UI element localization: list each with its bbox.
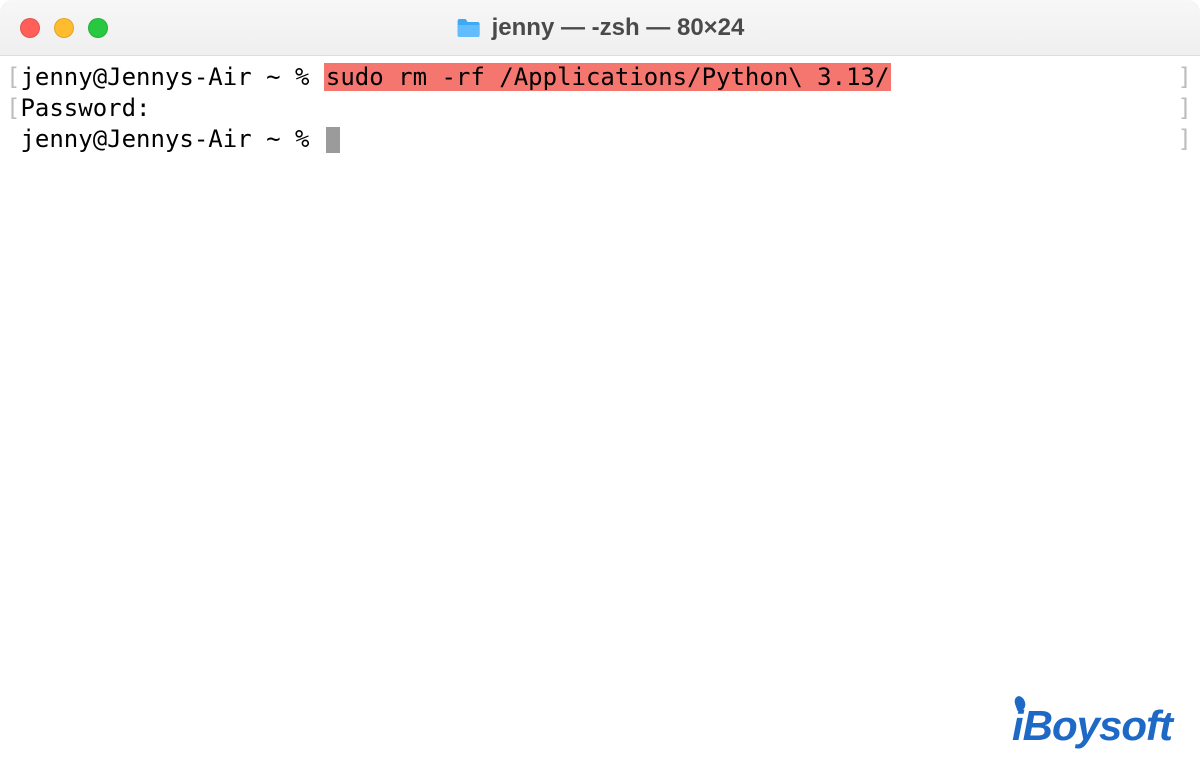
watermark-rest: Boysoft [1023,702,1172,749]
window-title-text: jenny — -zsh — 80×24 [492,14,745,42]
close-button[interactable] [20,18,40,38]
right-bracket-icon: ] [1178,93,1192,124]
password-prompt: Password: [20,94,150,122]
traffic-lights [20,18,108,38]
terminal-line-3: jenny@Jennys-Air ~ % ] [6,124,1194,155]
maximize-button[interactable] [88,18,108,38]
prompt-text: jenny@Jennys-Air ~ % [20,63,323,91]
minimize-button[interactable] [54,18,74,38]
right-bracket-icon: ] [1178,124,1192,155]
left-bracket-icon: [ [6,63,20,91]
terminal-line-2: [Password:] [6,93,1194,124]
terminal-body[interactable]: [jenny@Jennys-Air ~ % sudo rm -rf /Appli… [0,56,1200,772]
window-title: jenny — -zsh — 80×24 [456,14,745,42]
terminal-line-1: [jenny@Jennys-Air ~ % sudo rm -rf /Appli… [6,62,1194,93]
watermark-logo: iBoysoft [1012,699,1172,754]
folder-icon [456,17,482,39]
cursor-icon [326,127,340,153]
left-bracket-icon: [ [6,94,20,122]
prompt-text: jenny@Jennys-Air ~ % [20,125,323,153]
right-bracket-icon: ] [1178,62,1192,93]
command-highlight: sudo rm -rf /Applications/Python\ 3.13/ [324,63,892,91]
terminal-window: jenny — -zsh — 80×24 [jenny@Jennys-Air ~… [0,0,1200,772]
titlebar[interactable]: jenny — -zsh — 80×24 [0,0,1200,56]
watermark-i: i [1012,702,1023,749]
